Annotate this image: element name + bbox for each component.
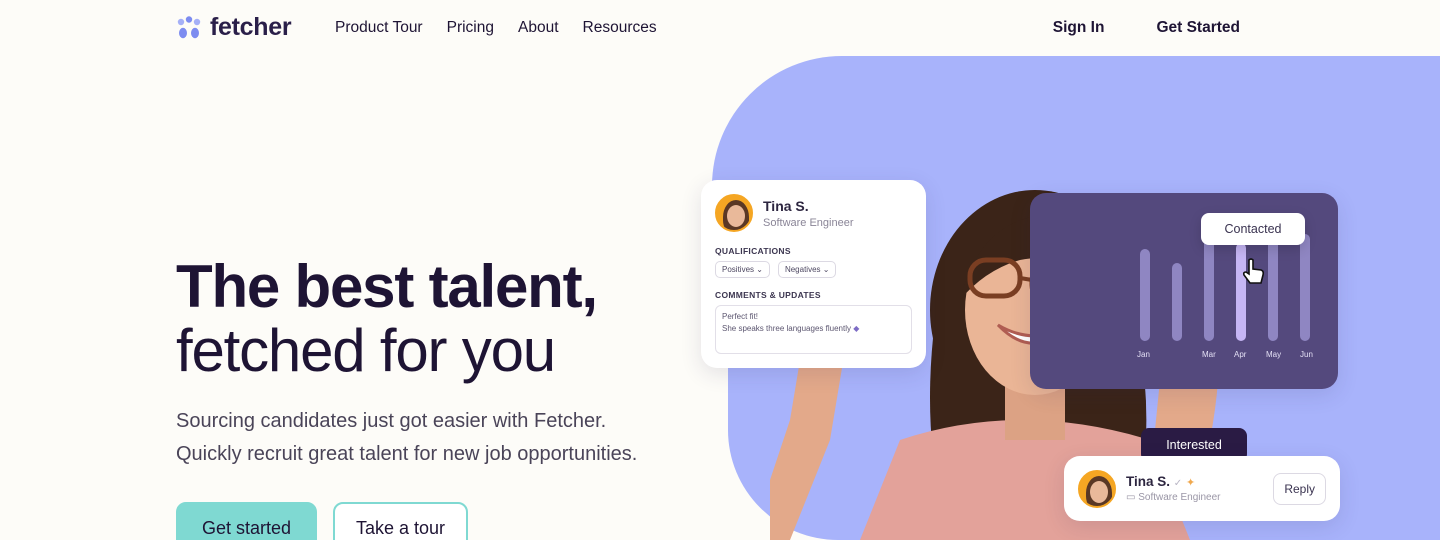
chevron-down-icon: ⌄ [822,265,830,274]
positives-dropdown[interactable]: Positives ⌄ [715,261,770,278]
qualifications-label: QUALIFICATIONS [715,246,791,256]
headline-line-1: The best talent, [176,253,598,320]
comment-line-1: Perfect fit! [722,312,759,321]
nav-link-pricing[interactable]: Pricing [447,19,494,37]
contacted-tooltip: Contacted [1201,213,1305,245]
chart-bar [1268,238,1278,341]
comment-box[interactable]: Perfect fit! She speaks three languages … [715,305,912,354]
negatives-dropdown[interactable]: Negatives ⌄ [777,261,837,278]
profile-header: Tina S. Software Engineer [715,194,912,232]
gem-icon: ◆ [853,323,860,333]
get-started-button[interactable]: Get started [176,502,317,540]
chart-bar [1204,236,1214,341]
paw-icon [177,15,201,38]
nav-link-product-tour[interactable]: Product Tour [335,19,423,37]
chart-bar [1140,249,1150,341]
nav-link-about[interactable]: About [518,19,559,37]
month-label: Apr [1234,350,1247,359]
candidate-profile-card: Tina S. Software Engineer QUALIFICATIONS… [701,180,926,368]
month-label: May [1266,350,1282,359]
logo-text: fetcher [210,13,292,41]
nav-links: Product Tour Pricing About Resources [335,19,681,37]
sparkle-icon: ✦ [1185,477,1196,489]
headline-line-2: fetched for you [176,317,556,384]
chart-bar [1300,234,1310,341]
logo[interactable]: fetcher [176,13,292,42]
month-label: Jan [1137,350,1150,359]
candidate-status-card: Tina S. ✓ ✦ ▭ Software Engineer Reply [1064,456,1340,521]
month-label: Jun [1300,350,1313,359]
chevron-down-icon: ⌄ [756,265,763,274]
reply-button[interactable]: Reply [1273,472,1326,505]
avatar [1078,469,1116,508]
top-nav: fetcher Product Tour Pricing About Resou… [0,0,1440,56]
month-label: Mar [1202,350,1216,359]
get-started-link[interactable]: Get Started [1156,19,1240,37]
positives-label: Positives [722,265,755,274]
hero-headline: The best talent, fetched for you [176,253,598,384]
status-candidate-name-row: Tina S. ✓ ✦ [1126,474,1221,489]
sign-in-link[interactable]: Sign In [1053,19,1105,37]
status-candidate-role: Software Engineer [1138,492,1221,503]
nav-link-resources[interactable]: Resources [583,19,657,37]
candidate-name: Tina S. [763,197,809,214]
subtitle-line-1: Sourcing candidates just got easier with… [176,410,607,432]
status-candidate-role-row: ▭ Software Engineer [1126,492,1221,503]
subtitle-line-2: Quickly recruit great talent for new job… [176,443,638,465]
take-a-tour-button[interactable]: Take a tour [333,502,468,540]
avatar [715,194,753,232]
qualification-pills: Positives ⌄ Negatives ⌄ [715,261,912,278]
candidate-role: Software Engineer [763,216,854,229]
chart-bar [1172,263,1182,341]
check-icon: ✓ [1173,478,1183,489]
negatives-label: Negatives [784,265,821,274]
folder-icon: ▭ [1126,492,1136,503]
status-candidate-name: Tina S. [1126,474,1171,489]
comment-line-2-text: She speaks three languages fluently [722,323,851,333]
comments-label: COMMENTS & UPDATES [715,290,821,300]
hero-subtitle: Sourcing candidates just got easier with… [176,405,637,471]
pointer-hand-icon [1242,258,1265,284]
comment-line-2: She speaks three languages fluently ◆ [722,323,905,335]
nav-actions: Sign In Get Started [1053,19,1240,37]
